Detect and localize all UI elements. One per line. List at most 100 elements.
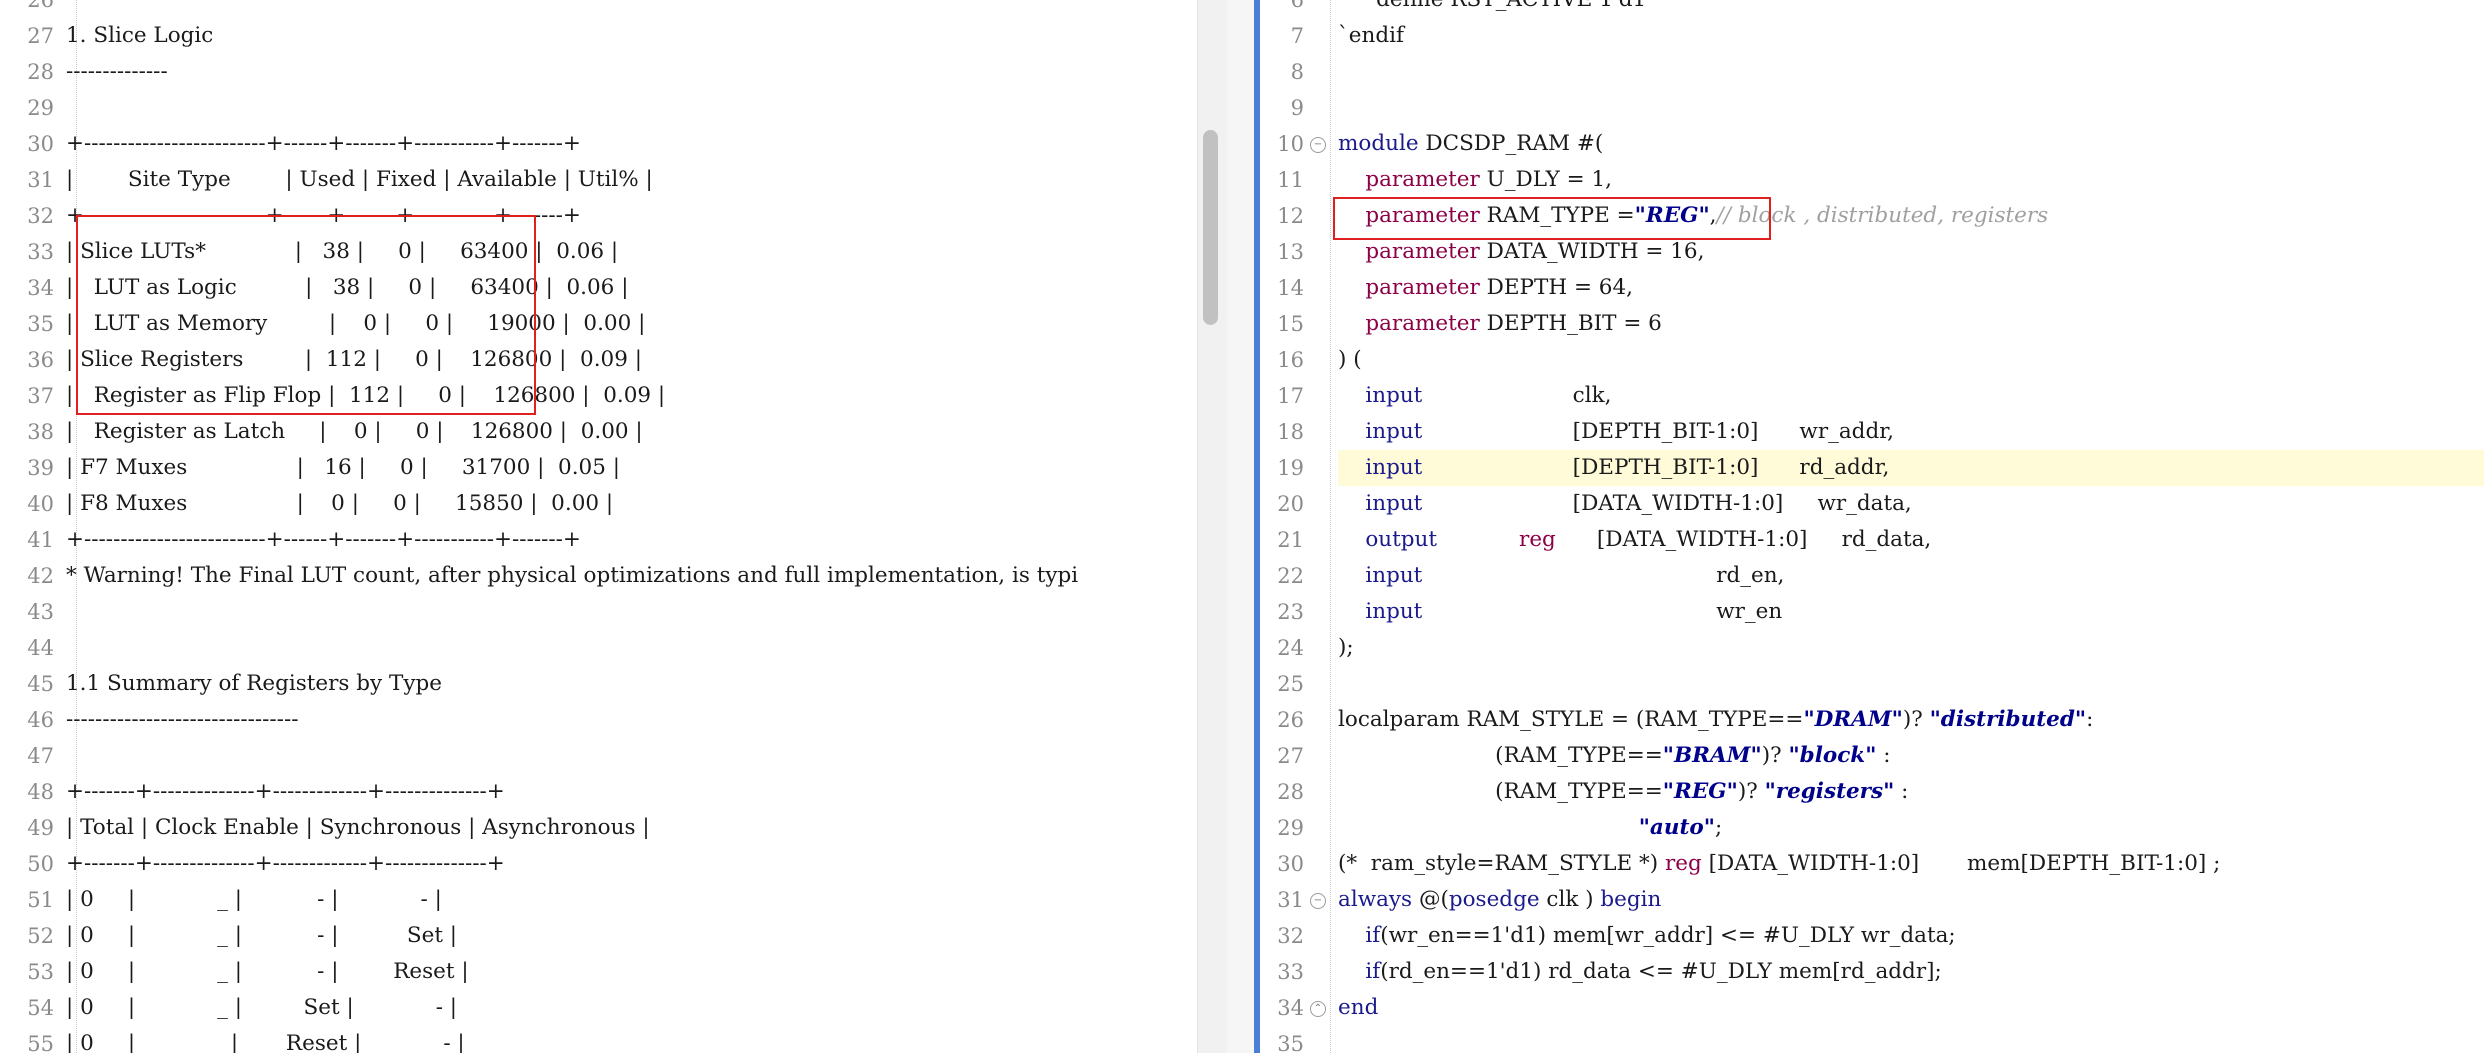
- code-line[interactable]: [1338, 90, 2484, 126]
- code-line[interactable]: input [DATA_WIDTH-1:0] wr_data,: [1338, 486, 2484, 522]
- code-line[interactable]: "auto";: [1338, 810, 2484, 846]
- code-token: ) (: [1338, 347, 1362, 372]
- line-number: 48: [27, 780, 54, 804]
- code-token: clk,: [1422, 383, 1612, 408]
- code-token: "DRAM": [1803, 707, 1903, 732]
- code-token: rd_en,: [1422, 563, 1785, 588]
- line-number: 45: [27, 672, 54, 696]
- code-token: begin: [1600, 887, 1662, 912]
- line-number: 40: [27, 492, 54, 516]
- code-line[interactable]: [1338, 54, 2484, 90]
- line-number: 25: [1277, 672, 1304, 696]
- code-line[interactable]: | F7 Muxes | 16 | 0 | 31700 | 0.05 |: [66, 450, 1197, 486]
- code-line[interactable]: if(rd_en==1'd1) rd_data <= #U_DLY mem[rd…: [1338, 954, 2484, 990]
- code-line[interactable]: | 0 | | Reset | - |: [66, 1026, 1197, 1053]
- code-line[interactable]: module DCSDP_RAM #(: [1338, 126, 2484, 162]
- code-line[interactable]: (RAM_TYPE=="BRAM")? "block" :: [1338, 738, 2484, 774]
- line-number: 33: [27, 240, 54, 264]
- code-token: :: [1876, 743, 1891, 768]
- code-token: module: [1338, 131, 1419, 156]
- code-token: )?: [1761, 743, 1789, 768]
- code-token: `endif: [1338, 23, 1404, 48]
- code-line[interactable]: | Register as Latch | 0 | 0 | 126800 | 0…: [66, 414, 1197, 450]
- code-line[interactable]: end: [1338, 990, 2484, 1026]
- code-line[interactable]: ) (: [1338, 342, 2484, 378]
- code-line[interactable]: * Warning! The Final LUT count, after ph…: [66, 558, 1197, 594]
- code-line[interactable]: | 0 | _ | - | Set |: [66, 918, 1197, 954]
- code-line[interactable]: input [DEPTH_BIT-1:0] wr_addr,: [1338, 414, 2484, 450]
- code-line[interactable]: [66, 90, 1197, 126]
- code-token: localparam RAM_STYLE = (RAM_TYPE==: [1338, 707, 1804, 732]
- line-number: 6: [1290, 0, 1304, 12]
- code-line[interactable]: [66, 594, 1197, 630]
- line-number: 37: [27, 384, 54, 408]
- code-token: input: [1365, 491, 1423, 516]
- code-line[interactable]: parameter DEPTH_BIT = 6: [1338, 306, 2484, 342]
- line-number: 46: [27, 708, 54, 732]
- current-code-line[interactable]: input [DEPTH_BIT-1:0] rd_addr,: [1338, 450, 2484, 486]
- annotation-box-ram-type: [1333, 197, 1771, 240]
- fold-toggle-icon[interactable]: ⌃: [1310, 1001, 1326, 1017]
- code-line[interactable]: | Total | Clock Enable | Synchronous | A…: [66, 810, 1197, 846]
- code-line[interactable]: localparam RAM_STYLE = (RAM_TYPE=="DRAM"…: [1338, 702, 2484, 738]
- code-line[interactable]: +-------+--------------+-------------+--…: [66, 846, 1197, 882]
- code-token: "BRAM": [1662, 743, 1762, 768]
- fold-toggle-icon[interactable]: −: [1310, 137, 1326, 153]
- code-line[interactable]: input rd_en,: [1338, 558, 2484, 594]
- code-token: :: [2086, 707, 2094, 732]
- left-line-number-gutter: 26 27 28 29 30 31 32 33 34 35 36 37 38 39 40 41 42 43 44 45…: [0, 0, 58, 1053]
- code-token: "REG": [1662, 779, 1738, 804]
- code-line[interactable]: | F8 Muxes | 0 | 0 | 15850 | 0.00 |: [66, 486, 1197, 522]
- code-token: parameter: [1365, 239, 1480, 264]
- code-line[interactable]: if(wr_en==1'd1) mem[wr_addr] <= #U_DLY w…: [1338, 918, 2484, 954]
- code-token: `define RST_ACTIVE 1'd1: [1338, 0, 1646, 12]
- left-editor-pane[interactable]: 26 27 28 29 30 31 32 33 34 35 36 37 38 39 40 41 42 43 44 45…: [0, 0, 1197, 1053]
- code-line[interactable]: [66, 0, 1197, 18]
- right-line-number-gutter: 6 7 8 9 10 11 12 13 14 15 16 17 18 19 20 21 22 23 24 25 26 27…: [1258, 0, 1308, 1053]
- code-token: parameter: [1365, 311, 1480, 336]
- line-number: 41: [27, 528, 54, 552]
- line-number: 35: [27, 312, 54, 336]
- code-line[interactable]: --------------------------------: [66, 702, 1197, 738]
- code-line[interactable]: input wr_en: [1338, 594, 2484, 630]
- code-token: [DEPTH_BIT-1:0] wr_addr,: [1422, 419, 1894, 444]
- line-number: 36: [27, 348, 54, 372]
- code-line[interactable]: +-------------------------+------+------…: [66, 522, 1197, 558]
- code-token: (* ram_style=RAM_STYLE *): [1338, 851, 1665, 876]
- code-line[interactable]: `define RST_ACTIVE 1'd1: [1338, 0, 2484, 18]
- code-line[interactable]: output reg [DATA_WIDTH-1:0] rd_data,: [1338, 522, 2484, 558]
- code-line[interactable]: input clk,: [1338, 378, 2484, 414]
- code-line[interactable]: [1338, 1026, 2484, 1053]
- code-line[interactable]: );: [1338, 630, 2484, 666]
- code-line[interactable]: `endif: [1338, 18, 2484, 54]
- fold-toggle-icon[interactable]: −: [1310, 893, 1326, 909]
- code-line[interactable]: | Site Type | Used | Fixed | Available |…: [66, 162, 1197, 198]
- right-editor-pane[interactable]: 6 7 8 9 10 11 12 13 14 15 16 17 18 19 20 21 22 23 24 25 26 27…: [1258, 0, 2484, 1053]
- code-line[interactable]: 1. Slice Logic: [66, 18, 1197, 54]
- line-number: 35: [1277, 1032, 1304, 1053]
- code-line[interactable]: (* ram_style=RAM_STYLE *) reg [DATA_WIDT…: [1338, 846, 2484, 882]
- code-line[interactable]: +-------+--------------+-------------+--…: [66, 774, 1197, 810]
- code-line[interactable]: | 0 | _ | - | Reset |: [66, 954, 1197, 990]
- code-line[interactable]: [1338, 666, 2484, 702]
- code-line[interactable]: [66, 738, 1197, 774]
- line-number: 27: [1277, 744, 1304, 768]
- code-token: )?: [1902, 707, 1930, 732]
- code-token: [DATA_WIDTH-1:0] mem[DEPTH_BIT-1:0] ;: [1701, 851, 2221, 876]
- code-line[interactable]: (RAM_TYPE=="REG")? "registers" :: [1338, 774, 2484, 810]
- code-line[interactable]: always @(posedge clk ) begin: [1338, 882, 2484, 918]
- code-line[interactable]: 1.1 Summary of Registers by Type: [66, 666, 1197, 702]
- code-line[interactable]: parameter U_DLY = 1,: [1338, 162, 2484, 198]
- code-line[interactable]: parameter DEPTH = 64,: [1338, 270, 2484, 306]
- code-line[interactable]: | 0 | _ | Set | - |: [66, 990, 1197, 1026]
- code-line[interactable]: [66, 630, 1197, 666]
- code-line[interactable]: +-------------------------+------+------…: [66, 126, 1197, 162]
- line-number: 14: [1277, 276, 1304, 300]
- code-line[interactable]: --------------: [66, 54, 1197, 90]
- code-line[interactable]: | 0 | _ | - | - |: [66, 882, 1197, 918]
- scrollbar-thumb[interactable]: [1203, 130, 1218, 325]
